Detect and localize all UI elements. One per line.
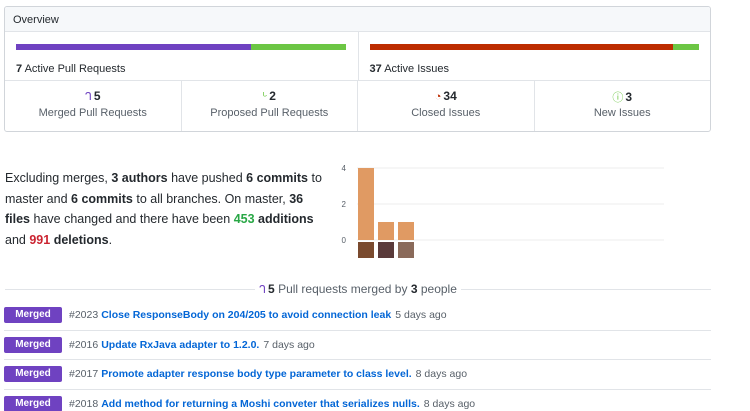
pr-number: #2023 <box>69 309 99 322</box>
list-item: Merged #2023 Close ResponseBody on 204/2… <box>4 301 711 331</box>
active-pull-requests-label: Active Pull Requests <box>24 63 126 75</box>
overview-title: Overview <box>5 7 710 32</box>
stat-value: 3 <box>625 90 633 104</box>
overview-bars-row: 7 Active Pull Requests 37 Active Issues <box>5 32 710 81</box>
merged-badge: Merged <box>4 396 62 411</box>
pr-number: #2018 <box>69 398 99 411</box>
active-issues-label: Active Issues <box>384 63 450 75</box>
summary-authors: 3 authors <box>111 171 168 185</box>
issues-summary[interactable]: 37 Active Issues <box>357 32 711 80</box>
stat-proposed-pull-requests[interactable]: ᒡ2 Proposed Pull Requests <box>180 81 358 131</box>
pr-title-link[interactable]: Add method for returning a Moshi convete… <box>101 398 420 410</box>
chart-bar <box>358 168 374 240</box>
summary-deletions-count: 991 <box>29 232 51 247</box>
active-issues-count: 37 <box>369 63 382 75</box>
author-avatar <box>398 242 414 258</box>
stat-label: Proposed Pull Requests <box>210 107 329 119</box>
list-item: Merged #2017 Promote adapter response bo… <box>4 360 711 390</box>
chart-bar <box>378 222 394 240</box>
merged-people-count: 3 <box>410 282 418 296</box>
chart-y-tick-label: 2 <box>342 200 347 209</box>
pr-time: 8 days ago <box>415 368 468 381</box>
pull-requests-summary[interactable]: 7 Active Pull Requests <box>5 32 358 80</box>
merged-badge: Merged <box>4 307 62 324</box>
summary-additions-label: additions <box>258 212 314 226</box>
summary-deletions-label: deletions <box>53 232 109 247</box>
pr-time: 7 days ago <box>263 338 315 351</box>
summary-text: and <box>5 232 26 247</box>
pull-requests-progress-bar <box>16 44 347 50</box>
pull-requests-merged-segment <box>16 44 251 50</box>
stat-closed-issues[interactable]: ◔ 34 Closed Issues <box>357 81 534 131</box>
merged-pull-requests-list: Merged #2023 Close ResponseBody on 204/2… <box>4 301 711 411</box>
list-item: Merged #2016 Update RxJava adapter to 1.… <box>4 331 711 360</box>
merged-badge: Merged <box>4 336 62 353</box>
issues-closed-segment <box>369 44 673 50</box>
summary-text: to all branches. On master, <box>136 191 286 206</box>
stat-label: Closed Issues <box>411 107 481 119</box>
overview-stats: ᒉ5 Merged Pull Requests ᒡ2 Proposed Pull… <box>5 81 710 131</box>
pull-requests-open-segment <box>250 44 347 50</box>
stat-value: 34 <box>443 89 457 103</box>
issue-opened-icon: ⓘ <box>612 92 624 104</box>
summary-text: have pushed <box>171 171 243 185</box>
summary-commits-master: 6 commits <box>246 171 308 185</box>
author-avatar <box>378 242 394 258</box>
chart-bar <box>398 222 414 240</box>
merged-header-people-label: people <box>420 282 457 296</box>
git-merge-icon: ᒉ <box>84 91 92 103</box>
stat-label: Merged Pull Requests <box>38 107 147 119</box>
summary-additions-count: 453 <box>233 212 255 226</box>
merged-pull-requests-header: ᒉ5 Pull requests merged by 3 people <box>5 282 711 296</box>
pr-time: 8 days ago <box>423 398 476 411</box>
pr-title-link[interactable]: Update RxJava adapter to 1.2.0. <box>101 339 259 351</box>
active-pull-requests[interactable]: 7 Active Pull Requests <box>16 63 125 75</box>
author-avatar <box>358 242 374 258</box>
pr-title-link[interactable]: Promote adapter response body type param… <box>101 368 411 380</box>
merged-badge: Merged <box>4 366 62 383</box>
stat-value: 5 <box>93 89 101 103</box>
summary-text: . <box>108 232 113 247</box>
issues-progress-bar <box>369 44 700 50</box>
active-pull-requests-count: 7 <box>16 63 23 75</box>
summary-commits-all: 6 commits <box>71 191 133 206</box>
pr-number: #2016 <box>69 338 99 351</box>
pr-time: 5 days ago <box>395 309 447 322</box>
list-item: Merged #2018 Add method for returning a … <box>4 390 711 411</box>
issues-open-segment <box>672 44 699 50</box>
chart-y-tick-label: 4 <box>342 164 347 173</box>
commit-summary: Excluding merges, 3 authors have pushed … <box>5 168 325 250</box>
stat-label: New Issues <box>593 107 651 119</box>
pr-number: #2017 <box>69 368 99 381</box>
merged-header-text: Pull requests merged by <box>278 282 408 296</box>
commits-by-author-chart: 0 2 4 <box>342 164 664 258</box>
stat-value: 2 <box>269 89 276 103</box>
active-issues[interactable]: 37 Active Issues <box>370 63 450 75</box>
git-merge-icon: ᒉ <box>259 284 267 296</box>
stat-merged-pull-requests[interactable]: ᒉ5 Merged Pull Requests <box>5 81 181 131</box>
chart-y-tick-label: 0 <box>342 236 347 245</box>
stat-new-issues[interactable]: ⓘ 3 New Issues <box>533 81 711 131</box>
pr-title-link[interactable]: Close ResponseBody on 204/205 to avoid c… <box>101 309 391 321</box>
summary-text: have changed and there have been <box>33 212 231 226</box>
overview-panel: Overview 7 Active Pull Requests 37 Activ… <box>4 6 711 132</box>
summary-text: Excluding merges, <box>5 171 108 185</box>
git-pull-request-icon: ᒡ <box>262 91 268 103</box>
merged-count: 5 <box>268 282 275 296</box>
issue-closed-icon: ◔ <box>434 91 442 103</box>
